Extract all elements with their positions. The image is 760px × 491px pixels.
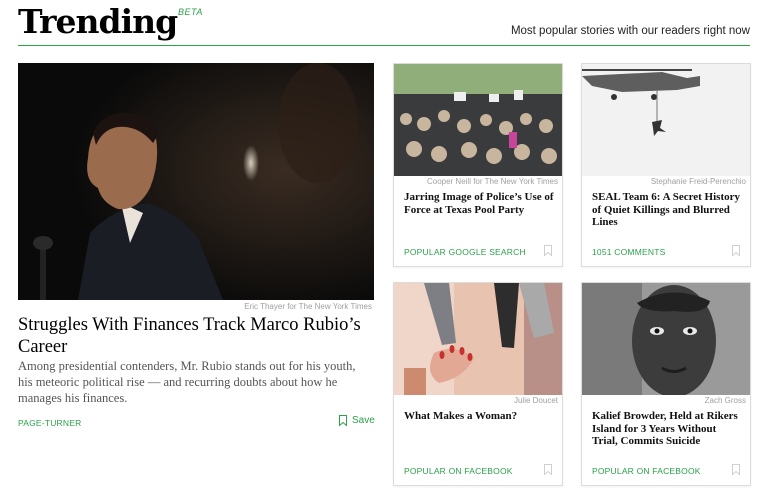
card-kicker: POPULAR ON FACEBOOK	[404, 466, 513, 476]
lead-photo-credit: Eric Thayer for The New York Times	[244, 302, 372, 311]
bookmark-icon[interactable]	[732, 464, 740, 475]
collage-illustration	[394, 283, 562, 395]
pool-party-photo	[394, 64, 562, 176]
lead-story-photo[interactable]	[18, 63, 374, 300]
page-tagline: Most popular stories with our readers ri…	[510, 25, 750, 37]
card-headline[interactable]: Kalief Browder, Held at Rikers Island fo…	[592, 410, 742, 448]
card-headline[interactable]: SEAL Team 6: A Secret History of Quiet K…	[592, 191, 742, 229]
lead-kicker: PAGE-TURNER	[18, 418, 82, 428]
card-kicker: POPULAR GOOGLE SEARCH	[404, 247, 526, 257]
story-card[interactable]: Stephanie Freid-Perenchio SEAL Team 6: A…	[581, 63, 751, 267]
save-button[interactable]: Save	[339, 415, 375, 426]
story-card[interactable]: Julie Doucet What Makes a Woman? POPULAR…	[393, 282, 563, 486]
bookmark-icon[interactable]	[544, 245, 552, 256]
portrait-photo	[582, 283, 750, 395]
save-label: Save	[352, 415, 375, 426]
page-title: Trending	[18, 2, 178, 41]
card-kicker: POPULAR ON FACEBOOK	[592, 466, 701, 476]
card-photo-credit: Cooper Neill for The New York Times	[426, 177, 558, 186]
helicopter-photo	[582, 64, 750, 176]
lead-headline[interactable]: Struggles With Finances Track Marco Rubi…	[18, 314, 374, 358]
card-headline[interactable]: What Makes a Woman?	[404, 410, 554, 423]
card-photo-credit: Julie Doucet	[513, 396, 558, 405]
card-photo-credit: Stephanie Freid-Perenchio	[650, 177, 746, 186]
story-card[interactable]: Zach Gross Kalief Browder, Held at Riker…	[581, 282, 751, 486]
bookmark-icon[interactable]	[732, 245, 740, 256]
card-photo-credit: Zach Gross	[704, 396, 746, 405]
lead-summary: Among presidential contenders, Mr. Rubio…	[18, 359, 356, 405]
story-card[interactable]: Cooper Neill for The New York Times Jarr…	[393, 63, 563, 267]
bookmark-icon[interactable]	[544, 464, 552, 475]
header-rule	[18, 45, 750, 46]
bookmark-icon	[339, 415, 347, 426]
card-headline[interactable]: Jarring Image of Police’s Use of Force a…	[404, 191, 554, 216]
beta-badge: BETA	[178, 7, 203, 17]
card-kicker[interactable]: 1051 COMMENTS	[592, 247, 665, 257]
speaker-photo-illustration	[18, 63, 374, 300]
